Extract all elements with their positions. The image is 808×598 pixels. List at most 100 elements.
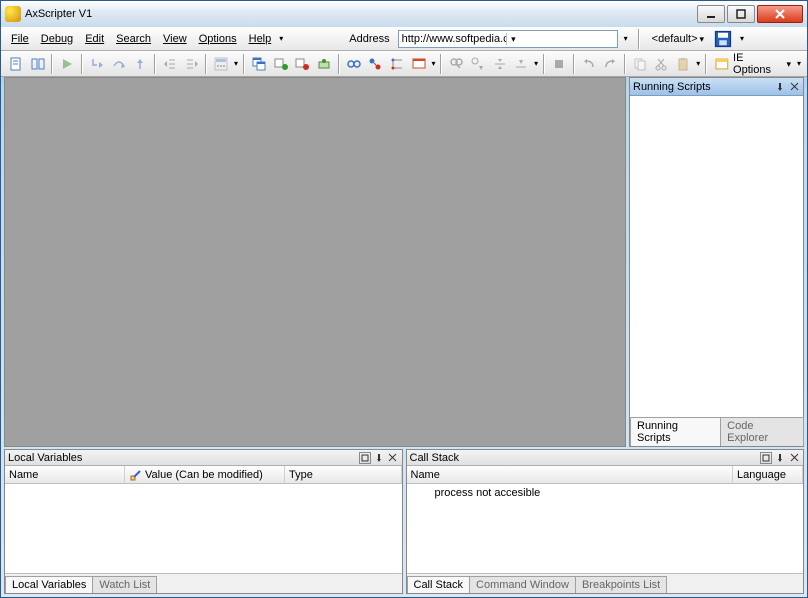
menu-view[interactable]: View	[157, 31, 193, 47]
local-variables-panel: Local Variables Name Value (Can be modif…	[4, 449, 403, 594]
close-panel-icon[interactable]	[387, 452, 399, 464]
local-variables-columns: Name Value (Can be modified) Type	[5, 466, 402, 484]
default-label: <default>	[652, 33, 698, 45]
run-button[interactable]	[56, 53, 78, 75]
menu-search[interactable]: Search	[110, 31, 157, 47]
redo-button[interactable]	[600, 53, 622, 75]
close-button[interactable]	[757, 5, 803, 23]
paste-button[interactable]	[673, 53, 695, 75]
outdent-button[interactable]	[159, 53, 181, 75]
separator	[205, 54, 207, 74]
bookmark-next-button[interactable]	[510, 53, 532, 75]
tab-breakpoints-list[interactable]: Breakpoints List	[575, 576, 667, 593]
connect-app-button[interactable]	[270, 53, 292, 75]
tab-running-scripts[interactable]: Running Scripts	[630, 417, 721, 446]
ie-options-button[interactable]: IE Options	[710, 52, 795, 76]
maximize-button[interactable]	[727, 5, 755, 23]
separator	[573, 54, 575, 74]
menu-file[interactable]: File	[5, 31, 35, 47]
find-next-button[interactable]	[467, 53, 489, 75]
address-overflow-icon[interactable]: ▾	[622, 34, 630, 43]
separator	[638, 29, 640, 49]
window-cascade-button[interactable]	[248, 53, 270, 75]
call-stack-list[interactable]: process not accesible	[407, 484, 804, 573]
attach-process-button[interactable]	[313, 53, 335, 75]
separator	[81, 54, 83, 74]
toolbar-overflow-1-icon[interactable]: ▾	[232, 59, 240, 68]
close-panel-icon[interactable]	[788, 81, 800, 93]
step-into-button[interactable]	[86, 53, 108, 75]
col-name[interactable]: Name	[5, 466, 125, 483]
config-overflow-icon[interactable]: ▾	[738, 34, 746, 43]
separator	[51, 54, 53, 74]
col-name[interactable]: Name	[407, 466, 734, 483]
new-script-button[interactable]	[5, 53, 27, 75]
toolbar-overflow-3-icon[interactable]: ▾	[532, 59, 540, 68]
running-scripts-title: Running Scripts	[633, 81, 711, 93]
output-window-button[interactable]	[408, 53, 430, 75]
tree-button[interactable]	[386, 53, 408, 75]
editor-area[interactable]	[4, 77, 626, 447]
pin-icon[interactable]	[774, 81, 786, 93]
stop-button[interactable]	[548, 53, 570, 75]
main-area: Running Scripts Running Scripts Code Exp…	[1, 77, 807, 447]
right-panel-tabs: Running Scripts Code Explorer	[630, 426, 803, 446]
indent-button[interactable]	[181, 53, 203, 75]
menubar: File Debug Edit Search View Options Help…	[1, 27, 807, 51]
call-stack-header: Call Stack	[407, 450, 804, 466]
running-scripts-body[interactable]	[630, 96, 803, 426]
toolbar-overflow-2-icon[interactable]: ▾	[429, 59, 437, 68]
tab-watch-list[interactable]: Watch List	[92, 576, 157, 593]
col-type[interactable]: Type	[285, 466, 402, 483]
tab-call-stack[interactable]: Call Stack	[407, 576, 471, 593]
copy-button[interactable]	[629, 53, 651, 75]
cut-button[interactable]	[651, 53, 673, 75]
call-stack-tabs: Call Stack Command Window Breakpoints Li…	[407, 573, 804, 593]
ie-options-icon	[714, 56, 730, 72]
local-variables-list[interactable]	[5, 484, 402, 573]
toolbar-overflow-4-icon[interactable]: ▾	[694, 59, 702, 68]
minimize-button[interactable]	[697, 5, 725, 23]
app-icon	[5, 6, 21, 22]
menu-debug[interactable]: Debug	[35, 31, 79, 47]
call-stack-panel: Call Stack Name Language process not acc…	[406, 449, 805, 594]
evaluate-button[interactable]	[210, 53, 232, 75]
separator	[440, 54, 442, 74]
list-item[interactable]: process not accesible	[411, 486, 800, 500]
bottom-area: Local Variables Name Value (Can be modif…	[1, 447, 807, 597]
disconnect-app-button[interactable]	[291, 53, 313, 75]
pin-icon[interactable]	[774, 452, 786, 464]
titlebar: AxScripter V1	[1, 1, 807, 27]
menu-help[interactable]: Help	[243, 31, 278, 47]
menu-overflow-icon[interactable]: ▾	[277, 34, 285, 43]
tab-local-variables[interactable]: Local Variables	[5, 576, 93, 593]
col-language[interactable]: Language	[733, 466, 803, 483]
maximize-panel-icon[interactable]	[359, 452, 371, 464]
edit-icon	[129, 468, 143, 482]
breakpoints-toggle-button[interactable]	[364, 53, 386, 75]
toggle-view-button[interactable]	[27, 53, 49, 75]
undo-button[interactable]	[578, 53, 600, 75]
pin-icon[interactable]	[373, 452, 385, 464]
address-dropdown-icon[interactable]	[506, 33, 617, 45]
find-button[interactable]	[445, 53, 467, 75]
col-value[interactable]: Value (Can be modified)	[125, 466, 285, 483]
maximize-panel-icon[interactable]	[760, 452, 772, 464]
close-panel-icon[interactable]	[788, 452, 800, 464]
step-out-button[interactable]	[129, 53, 151, 75]
default-dropdown[interactable]: <default>	[648, 30, 708, 48]
ie-options-caret-icon	[786, 58, 791, 70]
toolbar-overflow-5-icon[interactable]: ▾	[795, 59, 803, 68]
tab-command-window[interactable]: Command Window	[469, 576, 576, 593]
menu-edit[interactable]: Edit	[79, 31, 110, 47]
save-config-button[interactable]	[712, 29, 734, 49]
bookmark-toggle-button[interactable]	[489, 53, 511, 75]
ie-options-label: IE Options	[733, 52, 783, 76]
tab-code-explorer[interactable]: Code Explorer	[720, 417, 804, 446]
menu-options[interactable]: Options	[193, 31, 243, 47]
address-input[interactable]: http://www.softpedia.com	[398, 30, 618, 48]
step-over-button[interactable]	[108, 53, 130, 75]
watch-button[interactable]	[343, 53, 365, 75]
separator	[624, 54, 626, 74]
separator	[154, 54, 156, 74]
